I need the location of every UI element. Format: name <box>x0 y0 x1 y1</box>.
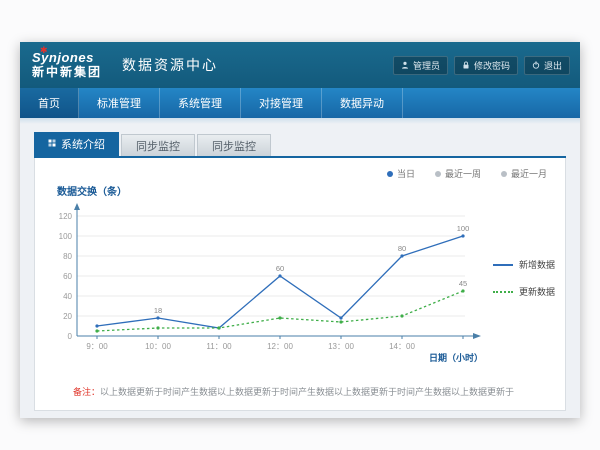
line-sample-solid <box>493 264 513 266</box>
exchange-line-chart: 0 20 40 60 80 100 120 9：00 10：00 11：00 12：00 13：00 1… <box>43 200 498 368</box>
period-filter-today[interactable]: 当日 <box>387 167 415 180</box>
svg-text:10：00: 10：00 <box>145 342 171 351</box>
period-filter-month[interactable]: 最近一月 <box>501 167 547 180</box>
period-label: 当日 <box>397 167 415 180</box>
tab-sync-monitor-1[interactable]: 同步监控 <box>121 134 195 156</box>
svg-text:日期（小时）: 日期（小时） <box>429 352 483 363</box>
svg-text:100: 100 <box>457 224 470 233</box>
legend-label: 新增数据 <box>519 258 555 271</box>
tab-sync-monitor-2[interactable]: 同步监控 <box>197 134 271 156</box>
power-icon <box>532 61 540 71</box>
app-header: ✱ Synjones 新中新集团 数据资源中心 管理员 修改密码 <box>20 42 580 88</box>
company-logo: ✱ Synjones 新中新集团 <box>32 51 102 78</box>
svg-text:12：00: 12：00 <box>267 342 293 351</box>
page-title: 数据资源中心 <box>122 55 218 75</box>
svg-text:45: 45 <box>459 279 467 288</box>
admin-user-button[interactable]: 管理员 <box>393 56 448 75</box>
svg-text:100: 100 <box>59 232 73 241</box>
svg-text:120: 120 <box>59 212 73 221</box>
footnote-prefix: 备注： <box>73 387 100 397</box>
footnote-text: 以上数据更新于时间产生数据以上数据更新于时间产生数据以上数据更新于时间产生数据以… <box>100 387 514 397</box>
tab-system-intro[interactable]: 系统介绍 <box>34 132 119 156</box>
legend-updated-data[interactable]: 更新数据 <box>493 285 555 298</box>
nav-item-connect-mgmt[interactable]: 对接管理 <box>241 88 322 118</box>
svg-text:18: 18 <box>154 306 162 315</box>
content-area: 系统介绍 同步监控 同步监控 当日 最近一周 <box>20 124 580 418</box>
nav-item-standard-mgmt[interactable]: 标准管理 <box>79 88 160 118</box>
legend-label: 更新数据 <box>519 285 555 298</box>
main-nav: 首页 标准管理 系统管理 对接管理 数据异动 <box>20 88 580 118</box>
svg-text:11：00: 11：00 <box>206 342 232 351</box>
y-axis-title: 数据交换（条） <box>57 183 557 198</box>
svg-text:0: 0 <box>68 332 73 341</box>
period-dot <box>387 171 393 177</box>
app-window: ✱ Synjones 新中新集团 数据资源中心 管理员 修改密码 <box>20 42 580 418</box>
svg-text:40: 40 <box>63 292 72 301</box>
svg-text:80: 80 <box>398 244 406 253</box>
nav-item-data-change[interactable]: 数据异动 <box>322 88 403 118</box>
svg-text:9：00: 9：00 <box>86 342 108 351</box>
footnote: 备注：以上数据更新于时间产生数据以上数据更新于时间产生数据以上数据更新于时间产生… <box>73 385 557 398</box>
logo-spark-icon: ✱ <box>40 46 48 56</box>
legend-new-data[interactable]: 新增数据 <box>493 258 555 271</box>
svg-text:14：00: 14：00 <box>389 342 415 351</box>
user-icon <box>401 61 409 71</box>
period-label: 最近一周 <box>445 167 481 180</box>
period-dot <box>501 171 507 177</box>
logout-button[interactable]: 退出 <box>524 56 570 75</box>
nav-item-system-mgmt[interactable]: 系统管理 <box>160 88 241 118</box>
tab-label: 同步监控 <box>212 138 256 154</box>
change-password-label: 修改密码 <box>474 59 510 72</box>
series-legend: 新增数据 更新数据 <box>493 258 555 312</box>
tab-label: 同步监控 <box>136 138 180 154</box>
svg-text:60: 60 <box>63 272 72 281</box>
lock-icon <box>462 61 470 71</box>
chart-wrap: 0 20 40 60 80 100 120 9：00 10：00 11：00 12：00 13：00 1… <box>43 200 557 373</box>
svg-text:20: 20 <box>63 312 72 321</box>
period-filter-week[interactable]: 最近一周 <box>435 167 481 180</box>
period-dot <box>435 171 441 177</box>
logout-label: 退出 <box>544 59 562 72</box>
chart-panel: 当日 最近一周 最近一月 数据交换（条） 0 20 40 60 80 100 120 9：00… <box>34 158 566 411</box>
header-actions: 管理员 修改密码 退出 <box>393 56 570 75</box>
svg-text:80: 80 <box>63 252 72 261</box>
change-password-button[interactable]: 修改密码 <box>454 56 518 75</box>
line-sample-dashed <box>493 291 513 293</box>
tab-bar: 系统介绍 同步监控 同步监控 <box>34 134 566 158</box>
grid-icon <box>48 138 56 150</box>
period-filter-legend: 当日 最近一周 最近一月 <box>43 164 557 180</box>
svg-text:13：00: 13：00 <box>328 342 354 351</box>
logo-subtitle: 新中新集团 <box>32 66 102 79</box>
tab-label: 系统介绍 <box>61 136 105 152</box>
period-label: 最近一月 <box>511 167 547 180</box>
admin-user-label: 管理员 <box>413 59 440 72</box>
svg-text:60: 60 <box>276 264 284 273</box>
nav-item-home[interactable]: 首页 <box>20 88 79 118</box>
